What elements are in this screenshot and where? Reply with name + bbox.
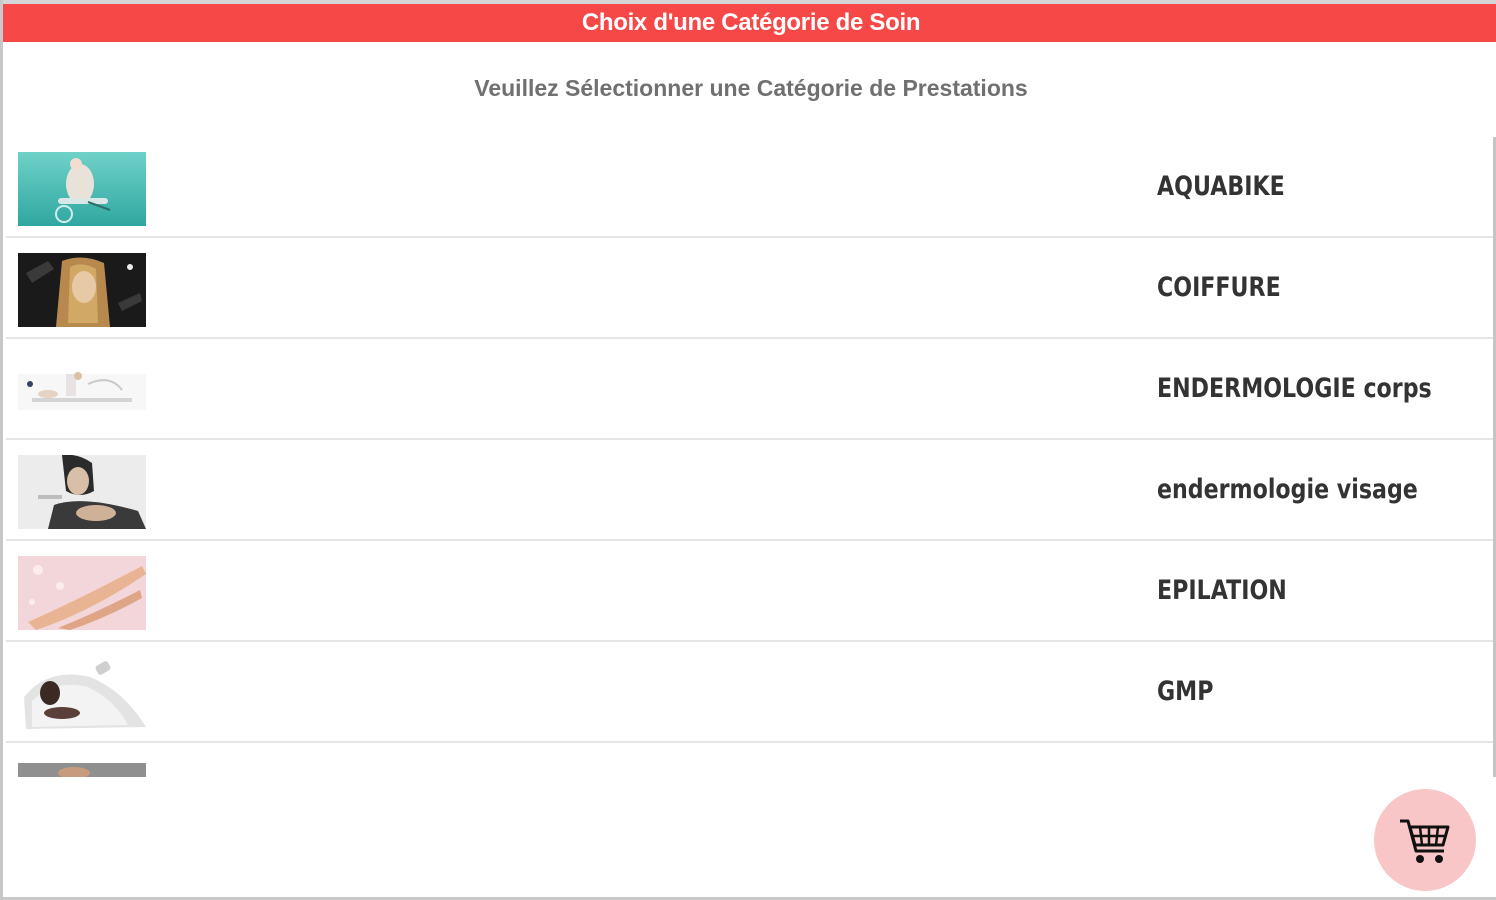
category-label: ENDERMOLOGIE corps [1157,373,1432,404]
endermologie-visage-image [18,455,146,529]
partial-category-image [18,763,146,777]
page-title: Choix d'une Catégorie de Soin [3,4,1496,42]
cart-button[interactable] [1374,789,1476,891]
category-item-coiffure[interactable]: COIFFURE [6,238,1496,339]
endermologie-corps-image [18,354,146,428]
category-label: endermologie visage [1157,474,1418,505]
category-label: GMP [1157,676,1214,707]
category-label: EPILATION [1157,575,1287,606]
category-item-partial[interactable] [6,743,1496,777]
gmp-image [18,657,146,731]
epilation-image [18,556,146,630]
category-item-aquabike[interactable]: AQUABIKE [6,137,1496,238]
coiffure-image [18,253,146,327]
app-screen: Choix d'une Catégorie de Soin Veuillez S… [0,0,1496,900]
shopping-cart-icon [1396,811,1454,869]
category-label: COIFFURE [1157,272,1281,303]
instruction-text: Veuillez Sélectionner une Catégorie de P… [474,75,1028,101]
category-item-gmp[interactable]: GMP [6,642,1496,743]
category-item-epilation[interactable]: EPILATION [6,541,1496,642]
aquabike-image [18,152,146,226]
category-item-endermologie-corps[interactable]: ENDERMOLOGIE corps [6,339,1496,440]
category-label: AQUABIKE [1157,171,1285,202]
category-item-endermologie-visage[interactable]: endermologie visage [6,440,1496,541]
category-list[interactable]: AQUABIKE COIFFURE ENDERMOLOGIE corps end… [6,137,1496,777]
